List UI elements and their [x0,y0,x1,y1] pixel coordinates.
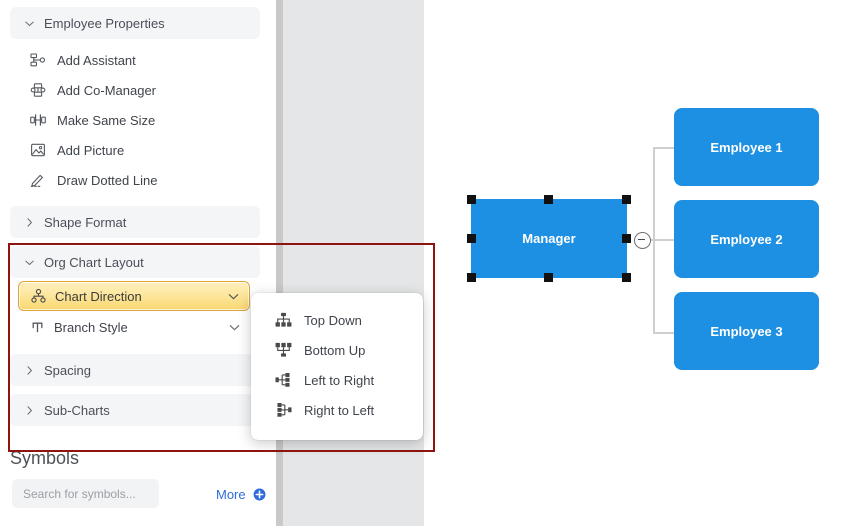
branch-style-icon [28,319,46,335]
connector-to-employee-1 [653,147,675,149]
menu-item-label: Add Picture [57,142,125,158]
sidebar-section-label: Spacing [44,362,91,378]
chart-node-employee-2[interactable]: Employee 2 [674,200,819,278]
chart-direction-dropdown: Top Down Bottom Up Left to Right Right t… [251,293,423,440]
chart-node-label: Employee 1 [710,139,783,155]
right-to-left-icon [273,401,293,419]
add-co-manager-icon [28,82,48,98]
connector-trunk [653,148,655,334]
properties-side-panel: Employee Properties Add Assistant Add Co… [0,0,276,526]
menu-item-add-picture[interactable]: Add Picture [10,135,260,165]
panel-gutter [283,0,424,526]
sidebar-section-label: Shape Format [44,214,127,230]
org-chart-icon [29,288,47,304]
menu-item-draw-dotted-line[interactable]: Draw Dotted Line [10,165,260,195]
sidebar-section-shape-format[interactable]: Shape Format [10,206,260,238]
draw-dotted-line-icon [28,172,48,188]
menu-item-make-same-size[interactable]: Make Same Size [10,105,260,135]
menu-item-right-to-left[interactable]: Right to Left [251,395,423,425]
resize-handle-top-center[interactable] [544,195,553,204]
chart-node-label: Manager [522,231,576,246]
chart-direction-button[interactable]: Chart Direction [18,281,250,311]
menu-item-label: Add Co-Manager [57,82,156,98]
more-symbols-link[interactable]: More [216,487,266,502]
chevron-right-icon [24,217,38,228]
sidebar-section-spacing[interactable]: Spacing [10,354,260,386]
sidebar-section-label: Org Chart Layout [44,254,144,270]
search-input[interactable] [12,479,159,508]
menu-item-left-to-right[interactable]: Left to Right [251,365,423,395]
more-label: More [216,487,246,502]
resize-handle-middle-right[interactable] [622,234,631,243]
collapse-minus-button[interactable] [634,232,651,249]
sidebar-section-org-chart-layout[interactable]: Org Chart Layout [10,246,260,278]
menu-item-label: Add Assistant [57,52,136,68]
bottom-up-icon [273,341,293,359]
symbols-heading: Symbols [10,448,80,468]
symbols-search [12,479,159,508]
menu-item-label: Left to Right [304,372,375,388]
branch-style-label: Branch Style [54,319,128,335]
make-same-size-icon [28,112,48,128]
add-assistant-icon [28,52,48,68]
chart-node-label: Employee 2 [710,231,783,247]
panel-scrollbar[interactable] [276,0,283,526]
sidebar-section-employee-properties[interactable]: Employee Properties [10,7,260,39]
add-picture-icon [28,142,48,158]
chevron-down-icon [24,257,38,268]
chart-node-manager[interactable]: Manager [471,199,627,278]
menu-item-label: Make Same Size [57,112,156,128]
menu-item-add-co-manager[interactable]: Add Co-Manager [10,75,260,105]
chart-direction-label: Chart Direction [55,288,142,304]
chevron-right-icon [24,405,38,416]
menu-item-label: Right to Left [304,402,375,418]
chevron-right-icon [24,365,38,376]
chevron-down-icon [24,18,38,29]
left-to-right-icon [273,371,293,389]
resize-handle-top-left[interactable] [467,195,476,204]
org-chart-canvas[interactable]: Manager Employee 1 Employee 2 Employee 3 [424,0,844,526]
resize-handle-top-right[interactable] [622,195,631,204]
sidebar-section-label: Employee Properties [44,15,165,31]
chevron-down-icon [228,321,241,334]
resize-handle-bottom-right[interactable] [622,273,631,282]
branch-style-button[interactable]: Branch Style [18,313,250,341]
chart-node-label: Employee 3 [710,323,783,339]
sidebar-section-sub-charts[interactable]: Sub-Charts [10,394,260,426]
menu-item-add-assistant[interactable]: Add Assistant [10,45,260,75]
chart-node-employee-3[interactable]: Employee 3 [674,292,819,370]
resize-handle-bottom-center[interactable] [544,273,553,282]
resize-handle-bottom-left[interactable] [467,273,476,282]
resize-handle-middle-left[interactable] [467,234,476,243]
org-chart-editor: Employee Properties Add Assistant Add Co… [0,0,844,526]
top-down-icon [273,311,293,329]
menu-item-label: Bottom Up [304,342,366,358]
menu-item-top-down[interactable]: Top Down [251,305,423,335]
menu-item-bottom-up[interactable]: Bottom Up [251,335,423,365]
menu-item-label: Draw Dotted Line [57,172,158,188]
connector-to-employee-3 [653,332,675,334]
menu-item-label: Top Down [304,312,362,328]
sidebar-section-label: Sub-Charts [44,402,110,418]
plus-circle-icon [253,488,266,501]
chart-node-employee-1[interactable]: Employee 1 [674,108,819,186]
chevron-down-icon [227,290,240,303]
